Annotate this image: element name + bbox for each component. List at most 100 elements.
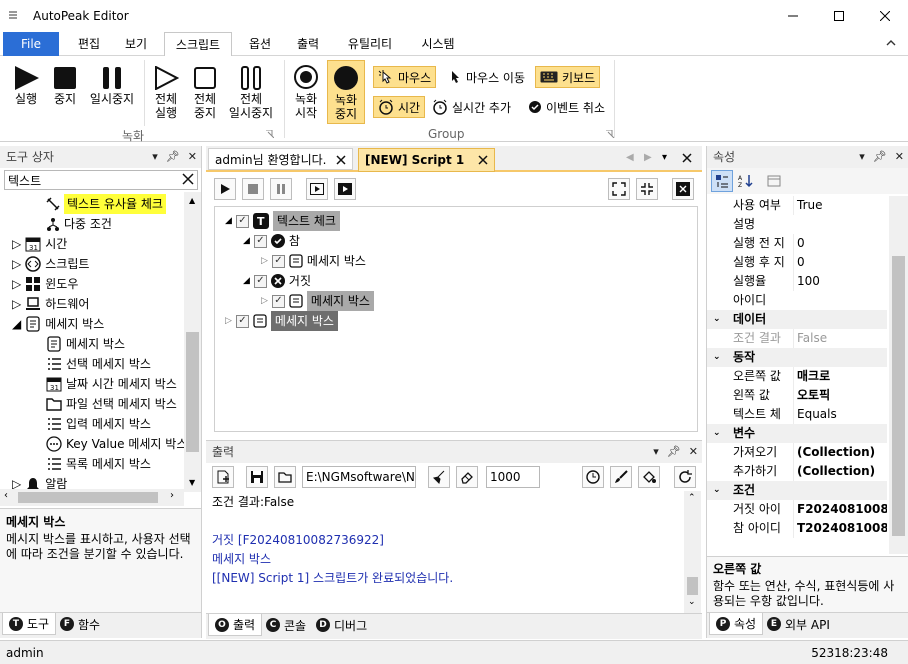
expand-icon[interactable]: ▷ xyxy=(261,251,268,271)
event-cancel-button[interactable]: 이벤트 취소 xyxy=(524,96,609,118)
node-false-branch[interactable]: ◢ ✓ 거짓 xyxy=(243,271,311,291)
property-pages-button[interactable] xyxy=(763,170,785,192)
tool-category-script[interactable]: ▷ 스크립트 xyxy=(12,254,89,274)
scroll-up-icon[interactable]: ⌃ xyxy=(688,493,696,503)
maximize-button[interactable] xyxy=(816,0,862,32)
time-toggle[interactable]: 시간 xyxy=(373,96,426,118)
menu-options[interactable]: 옵션 xyxy=(240,32,280,56)
erase-button[interactable] xyxy=(456,466,478,488)
alphabetical-view-button[interactable]: AZ xyxy=(735,170,757,192)
scroll-up-icon[interactable]: ▲ xyxy=(189,196,195,205)
tool-item-text-similarity[interactable]: 텍스트 유사율 체크 xyxy=(46,194,166,214)
tool-category-time[interactable]: ▷ 31 시간 xyxy=(12,234,67,254)
pause-button[interactable]: 일시중지 xyxy=(86,66,138,106)
tab-properties[interactable]: P 속성 xyxy=(709,613,764,635)
brush-button[interactable] xyxy=(610,466,632,488)
expand-icon[interactable]: ▷ xyxy=(12,274,21,294)
tool-item-multi-condition[interactable]: 다중 조건 xyxy=(46,214,112,234)
collapse-all-button[interactable] xyxy=(636,178,658,200)
collapse-icon[interactable]: ◢ xyxy=(225,211,232,231)
toolbox-vscrollbar[interactable]: ▲ ▼ xyxy=(184,192,201,492)
category-variables[interactable]: ⌄ 변수 xyxy=(707,424,887,443)
menu-view[interactable]: 보기 xyxy=(116,32,156,56)
expand-icon[interactable]: ▷ xyxy=(225,311,232,331)
scroll-down-icon[interactable]: ⌄ xyxy=(688,597,696,607)
expand-icon[interactable]: ▷ xyxy=(12,294,21,314)
close-tab-icon[interactable] xyxy=(336,155,347,165)
property-vscrollbar[interactable] xyxy=(889,196,908,554)
tab-scroll-right-icon[interactable]: ▶ xyxy=(644,152,652,163)
tab-functions[interactable]: F 함수 xyxy=(54,613,106,635)
save-log-button[interactable] xyxy=(246,466,268,488)
pause-script-button[interactable] xyxy=(270,178,292,200)
timestamp-button[interactable] xyxy=(582,466,604,488)
collapse-icon[interactable]: ◢ xyxy=(243,231,250,251)
tab-external-api[interactable]: E 외부 API xyxy=(761,613,836,635)
node-checkbox[interactable]: ✓ xyxy=(271,254,285,268)
tab-tools[interactable]: T 도구 xyxy=(2,613,57,635)
menu-script[interactable]: 스크립트 xyxy=(164,32,232,57)
scroll-thumb[interactable] xyxy=(892,256,905,536)
collapse-icon[interactable]: ◢ xyxy=(243,271,250,291)
tab-debug[interactable]: D 디버그 xyxy=(310,614,373,636)
run-all-button[interactable]: 전체 실행 xyxy=(148,66,184,120)
mouse-click-toggle[interactable]: 마우스 xyxy=(373,66,437,88)
property-row[interactable]: 실행 전 지0 xyxy=(707,234,887,253)
fill-color-button[interactable] xyxy=(638,466,660,488)
category-action[interactable]: ⌄ 동작 xyxy=(707,348,887,367)
pin-icon[interactable]: 📌︎ xyxy=(166,146,180,168)
node-checkbox[interactable]: ✓ xyxy=(271,294,285,308)
node-checkbox[interactable]: ✓ xyxy=(235,314,249,328)
output-vscrollbar[interactable]: ⌃ ⌄ xyxy=(684,491,701,613)
stop-script-button[interactable] xyxy=(242,178,264,200)
expand-icon[interactable]: ▷ xyxy=(12,234,21,254)
close-editor-icon[interactable] xyxy=(682,153,692,163)
collapse-ribbon-icon[interactable] xyxy=(886,39,896,47)
tool-category-hardware[interactable]: ▷ 하드웨어 xyxy=(12,294,89,314)
toolbox-hscrollbar[interactable]: ‹ › xyxy=(0,489,184,506)
group-dialog-launcher-icon[interactable] xyxy=(266,130,274,138)
node-checkbox[interactable]: ✓ xyxy=(235,214,249,228)
tab-console[interactable]: C 콘솔 xyxy=(260,614,312,636)
refresh-button[interactable] xyxy=(674,466,696,488)
scroll-thumb[interactable] xyxy=(186,332,199,452)
pin-icon[interactable]: 📌︎ xyxy=(873,146,887,168)
dropdown-icon[interactable]: ▾ xyxy=(152,146,158,168)
line-limit-input[interactable] xyxy=(486,466,540,488)
stop-button[interactable]: 중지 xyxy=(48,66,82,106)
record-start-button[interactable]: 녹화 시작 xyxy=(288,64,324,120)
node-checkbox[interactable]: ✓ xyxy=(253,234,267,248)
scroll-thumb[interactable] xyxy=(18,492,158,503)
run-script-button[interactable] xyxy=(214,178,236,200)
new-log-button[interactable] xyxy=(212,466,234,488)
node-message-box[interactable]: ▷ ✓ 메세지 박스 xyxy=(225,311,338,331)
keyboard-toggle[interactable]: 키보드 xyxy=(535,66,601,88)
pin-icon[interactable]: 📌︎ xyxy=(667,441,681,463)
property-row[interactable]: 조건 결과 False xyxy=(707,329,887,348)
dropdown-icon[interactable]: ▾ xyxy=(859,146,865,168)
expand-all-button[interactable] xyxy=(608,178,630,200)
property-row[interactable]: 실행 후 지0 xyxy=(707,253,887,272)
tool-item-input-message-box[interactable]: 입력 메세지 박스 xyxy=(46,414,151,434)
clear-search-icon[interactable] xyxy=(182,173,194,185)
scroll-down-icon[interactable]: ▼ xyxy=(189,478,195,487)
expand-icon[interactable]: ▷ xyxy=(12,254,21,274)
scroll-right-icon[interactable]: › xyxy=(170,490,174,501)
tab-list-icon[interactable]: ▾ xyxy=(662,152,667,163)
category-condition[interactable]: ⌄ 조건 xyxy=(707,481,887,500)
expand-icon[interactable]: ▷ xyxy=(261,291,268,311)
menu-file[interactable]: File xyxy=(3,32,59,56)
tab-welcome[interactable]: admin님 환영합니다. xyxy=(208,148,354,170)
log-path-input[interactable] xyxy=(302,466,416,488)
property-row[interactable]: 거짓 아이F2024081008214 xyxy=(707,500,887,519)
realtime-add-toggle[interactable]: 실시간 추가 xyxy=(428,96,515,118)
stop-all-button[interactable]: 전체 중지 xyxy=(188,66,222,120)
open-folder-button[interactable] xyxy=(274,466,296,488)
tool-item-select-message-box[interactable]: 선택 메세지 박스 xyxy=(46,354,151,374)
close-icon[interactable]: ✕ xyxy=(689,441,698,463)
group-dialog-launcher-icon[interactable] xyxy=(606,130,614,138)
close-window-button[interactable] xyxy=(862,0,908,32)
node-true-branch[interactable]: ◢ ✓ 참 xyxy=(243,231,300,251)
tab-script-1[interactable]: [NEW] Script 1 xyxy=(358,148,496,172)
tool-item-list-message-box[interactable]: 목록 메세지 박스 xyxy=(46,454,151,474)
